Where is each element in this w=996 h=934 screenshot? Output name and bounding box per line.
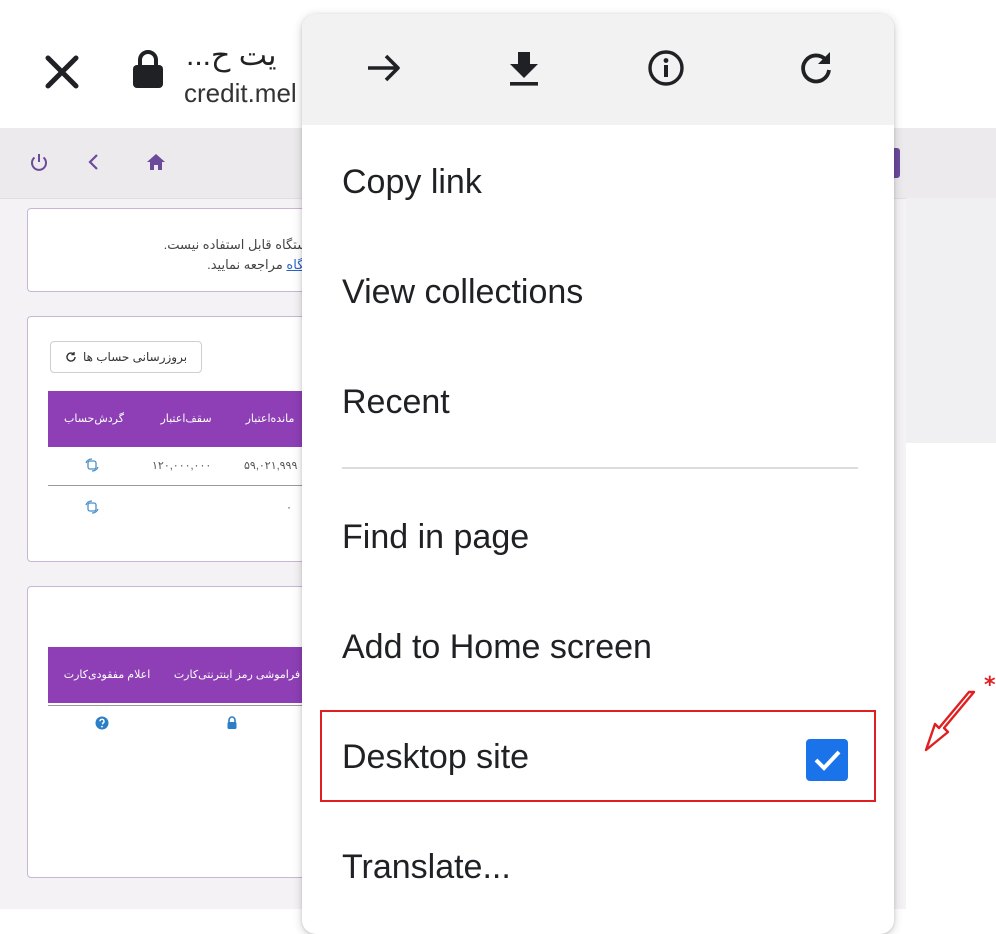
- site-side-panel: [906, 198, 996, 909]
- menu-divider: [342, 467, 858, 469]
- power-icon[interactable]: [27, 150, 51, 174]
- menu-item-add-to-home-screen[interactable]: Add to Home screen: [342, 627, 652, 667]
- notice-line-2: تگاه مراجعه نمایید.: [207, 257, 308, 273]
- header-credit-balance: مانده اعتبار: [245, 413, 295, 425]
- lock-small-icon[interactable]: [224, 715, 240, 731]
- notice-line-2-text: مراجعه نمایید.: [207, 257, 287, 272]
- chevron-left-icon[interactable]: [82, 150, 106, 174]
- row1-credit-limit: ۱۲۰,۰۰۰,۰۰۰: [152, 460, 212, 472]
- close-icon[interactable]: [40, 50, 84, 94]
- row1-balance: ۵۹,۰۲۱,۹۹۹: [244, 460, 298, 472]
- menu-item-translate[interactable]: Translate...: [342, 847, 511, 887]
- cards-card: اعلام مفقودی کارت فراموشی رمز اینترنتی کار…: [27, 586, 309, 878]
- turnover-icon[interactable]: [84, 499, 100, 515]
- lock-icon[interactable]: [130, 48, 166, 90]
- annotation-marker: *: [984, 673, 996, 698]
- menu-item-find-in-page[interactable]: Find in page: [342, 517, 529, 557]
- annotation-highlight-box: [320, 710, 876, 802]
- header-credit-limit: سقف اعتبار: [160, 413, 212, 425]
- annotation-arrow-icon: *: [924, 673, 996, 752]
- forward-icon[interactable]: [362, 46, 406, 90]
- page-title[interactable]: ...یت ح: [186, 38, 277, 73]
- notice-line-1: ستگاه قابل استفاده نیست.: [163, 237, 308, 252]
- header-report-lost-card: اعلام مفقودی کارت: [63, 669, 151, 681]
- row2-balance: ۰: [286, 502, 292, 514]
- row-divider: [48, 485, 308, 486]
- header-forgot-internet-pin: فراموشی رمز اینترنتی کارت: [173, 669, 301, 681]
- notice-card: ستگاه قابل استفاده نیست. تگاه مراجعه نما…: [27, 208, 309, 292]
- menu-item-recent[interactable]: Recent: [342, 382, 450, 422]
- refresh-icon: [66, 352, 76, 362]
- accounts-table-header: گردش حساب سقف اعتبار مانده اعتبار: [48, 391, 308, 447]
- menu-item-copy-link[interactable]: Copy link: [342, 162, 482, 202]
- download-icon[interactable]: [502, 46, 546, 90]
- menu-item-view-collections[interactable]: View collections: [342, 272, 583, 312]
- home-icon[interactable]: [144, 150, 168, 174]
- refresh-icon[interactable]: [794, 46, 838, 90]
- cards-table-header: اعلام مفقودی کارت فراموشی رمز اینترنتی کار…: [48, 647, 308, 703]
- side-panel-shade: [906, 198, 996, 443]
- turnover-icon[interactable]: [84, 457, 100, 473]
- info-icon[interactable]: [644, 46, 688, 90]
- accounts-card: بروزرسانی حساب ها گردش حساب سقف اعتبار مان…: [27, 316, 309, 562]
- header-account-turnover: گردش حساب: [64, 413, 124, 425]
- page-url[interactable]: credit.mel: [184, 78, 297, 109]
- row-divider: [48, 705, 308, 706]
- menu-toolbar: [302, 14, 894, 125]
- refresh-accounts-label: بروزرسانی حساب ها: [82, 350, 188, 364]
- help-icon[interactable]: [94, 715, 110, 731]
- refresh-accounts-button[interactable]: بروزرسانی حساب ها: [50, 341, 202, 373]
